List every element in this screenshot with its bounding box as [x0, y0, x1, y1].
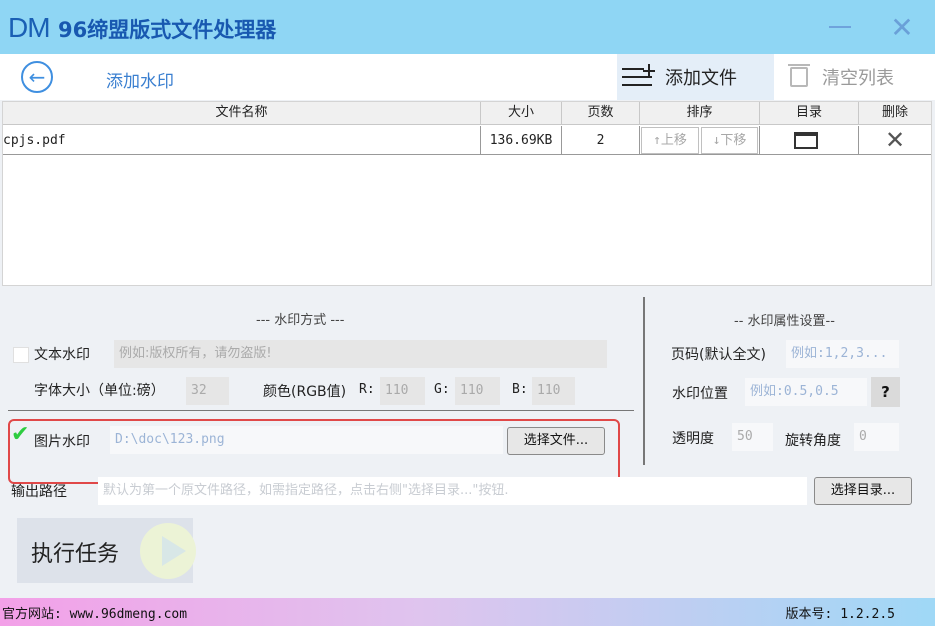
text-watermark-checkbox[interactable] [13, 347, 29, 363]
clear-list-button[interactable]: 清空列表 [788, 54, 930, 100]
page-range-label: 页码(默认全文) [671, 347, 766, 363]
column-header-size: 大小 [481, 102, 562, 125]
page-count-cell: 2 [562, 126, 640, 155]
clear-list-label: 清空列表 [822, 68, 894, 89]
section-divider [8, 410, 634, 411]
folder-icon[interactable] [794, 132, 818, 149]
green-input[interactable]: 110 [455, 377, 500, 405]
file-size-cell: 136.69KB [481, 126, 562, 155]
watermark-text-input[interactable]: 例如:版权所有，请勿盗版! [114, 340, 607, 368]
play-icon [140, 523, 196, 579]
table-header: 文件名称 大小 页数 排序 目录 删除 [3, 102, 931, 125]
minimize-icon [829, 26, 851, 28]
column-header-directory: 目录 [760, 102, 859, 125]
blue-label: B: [512, 382, 528, 397]
position-input[interactable]: 例如:0.5,0.5 [745, 378, 867, 406]
delete-icon[interactable]: ✕ [885, 128, 905, 152]
order-cell: ↑上移 ↓下移 [640, 126, 760, 155]
delete-cell: ✕ [859, 126, 931, 155]
output-path-label: 输出路径 [11, 484, 67, 500]
color-label: 颜色(RGB值) [263, 384, 347, 400]
image-watermark-highlight [8, 419, 620, 484]
column-header-name: 文件名称 [3, 102, 481, 125]
opacity-label: 透明度 [672, 431, 714, 447]
text-watermark-label: 文本水印 [34, 347, 90, 363]
column-header-pages: 页数 [562, 102, 640, 125]
properties-title: -- 水印属性设置-- [734, 314, 835, 329]
add-list-icon [622, 64, 656, 90]
directory-cell [760, 126, 859, 155]
vertical-divider [643, 297, 645, 465]
choose-directory-button[interactable]: 选择目录... [814, 477, 912, 505]
toolbar: ← 添加水印 添加文件 清空列表 [0, 54, 935, 100]
page-title: 添加水印 [106, 72, 174, 92]
position-help-button[interactable]: ? [871, 377, 900, 407]
version-text: 版本号: 1.2.2.5 [785, 607, 895, 622]
close-icon: ✕ [890, 10, 914, 44]
move-down-button[interactable]: ↓下移 [701, 127, 758, 154]
rotation-label: 旋转角度 [785, 433, 841, 449]
minimize-button[interactable] [810, 0, 870, 54]
red-label: R: [359, 382, 375, 397]
add-file-label: 添加文件 [665, 68, 737, 89]
column-header-delete: 删除 [881, 105, 908, 120]
font-size-label: 字体大小（单位:磅） [34, 383, 165, 399]
table-row[interactable]: cpjs.pdf 136.69KB 2 ↑上移 ↓下移 ✕ [3, 126, 931, 155]
back-arrow-icon[interactable]: ← [21, 61, 53, 93]
website-text: 官方网站: www.96dmeng.com [2, 607, 188, 622]
add-file-button[interactable]: 添加文件 [617, 54, 774, 100]
red-input[interactable]: 110 [380, 377, 425, 405]
execute-task-label: 执行任务 [31, 542, 120, 567]
move-up-button[interactable]: ↑上移 [641, 127, 699, 154]
opacity-input[interactable]: 50 [732, 423, 773, 451]
column-header-order: 排序 [640, 102, 760, 125]
trash-icon [788, 64, 810, 87]
file-table: 文件名称 大小 页数 排序 目录 删除 cpjs.pdf 136.69KB 2 … [2, 101, 932, 286]
app-title: 96缔盟版式文件处理器 [58, 18, 277, 42]
blue-input[interactable]: 110 [532, 377, 575, 405]
output-path-input[interactable]: 默认为第一个原文件路径，如需指定路径，点击右侧"选择目录..."按钮. [98, 477, 807, 505]
rotation-input[interactable]: 0 [854, 423, 899, 451]
page-range-input[interactable]: 例如:1,2,3... [786, 340, 899, 368]
font-size-input[interactable]: 32 [186, 377, 229, 405]
watermark-mode-title: --- 水印方式 --- [256, 313, 345, 328]
app-logo: DM [8, 12, 51, 43]
green-label: G: [434, 382, 450, 397]
execute-task-button[interactable]: 执行任务 [17, 518, 196, 583]
position-label: 水印位置 [672, 386, 728, 402]
close-button[interactable]: ✕ [872, 0, 932, 54]
file-name-cell: cpjs.pdf [3, 126, 481, 155]
title-bar: DM 96缔盟版式文件处理器 ✕ [0, 0, 935, 54]
status-bar: 官方网站: www.96dmeng.com 版本号: 1.2.2.5 [0, 598, 935, 626]
